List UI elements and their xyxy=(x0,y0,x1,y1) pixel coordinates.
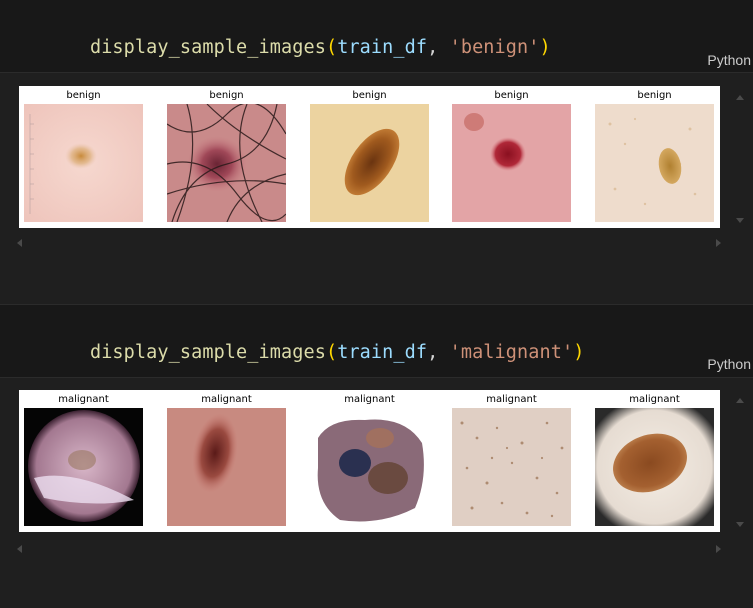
image-title: benign xyxy=(494,90,529,101)
skin-lesion-image xyxy=(167,408,286,526)
image-title: benign xyxy=(209,90,244,101)
scroll-up-arrow[interactable] xyxy=(736,95,744,100)
comma: , xyxy=(427,37,450,58)
image-title: malignant xyxy=(629,394,680,405)
scroll-left-arrow[interactable] xyxy=(17,239,22,247)
scroll-right-arrow[interactable] xyxy=(716,239,721,247)
skin-lesion-image xyxy=(452,104,571,222)
function-name: display_sample_images xyxy=(89,37,326,58)
close-paren: ) xyxy=(539,37,551,58)
skin-lesion-image xyxy=(24,104,143,222)
open-paren: ( xyxy=(325,342,338,363)
skin-lesion-image xyxy=(452,408,571,526)
image-title: benign xyxy=(352,90,387,101)
skin-lesion-image xyxy=(24,408,143,526)
scroll-right-arrow[interactable] xyxy=(716,545,721,553)
variable-name: train_df xyxy=(337,342,428,363)
open-paren: ( xyxy=(325,37,338,58)
function-name: display_sample_images xyxy=(89,342,326,363)
skin-lesion-image xyxy=(310,104,429,222)
string-literal: 'malignant' xyxy=(449,342,574,363)
output-image-strip-2: malignant malignant malignant malignant … xyxy=(19,390,720,532)
output-image-strip-1: benign benign benign benign benign xyxy=(19,86,720,228)
code-line[interactable]: display_sample_images(train_df, 'benign'… xyxy=(45,16,551,79)
skin-lesion-image xyxy=(595,408,714,526)
code-line[interactable]: display_sample_images(train_df, 'maligna… xyxy=(45,321,584,384)
image-title: malignant xyxy=(486,394,537,405)
string-literal: 'benign' xyxy=(449,37,540,58)
language-label[interactable]: Python xyxy=(707,356,751,372)
scroll-up-arrow[interactable] xyxy=(736,398,744,403)
skin-lesion-image xyxy=(595,104,714,222)
scroll-down-arrow[interactable] xyxy=(736,522,744,527)
code-cell-2[interactable]: display_sample_images(train_df, 'maligna… xyxy=(0,304,753,378)
image-title: benign xyxy=(66,90,101,101)
skin-lesion-image xyxy=(310,408,429,526)
close-paren: ) xyxy=(573,342,585,363)
scroll-left-arrow[interactable] xyxy=(17,545,22,553)
variable-name: train_df xyxy=(337,37,428,58)
scroll-down-arrow[interactable] xyxy=(736,218,744,223)
code-cell-1[interactable]: display_sample_images(train_df, 'benign'… xyxy=(0,0,753,73)
image-title: malignant xyxy=(201,394,252,405)
comma: , xyxy=(427,342,450,363)
language-label[interactable]: Python xyxy=(707,52,751,68)
skin-lesion-image xyxy=(167,104,286,222)
image-title: benign xyxy=(637,90,672,101)
image-title: malignant xyxy=(58,394,109,405)
image-title: malignant xyxy=(344,394,395,405)
